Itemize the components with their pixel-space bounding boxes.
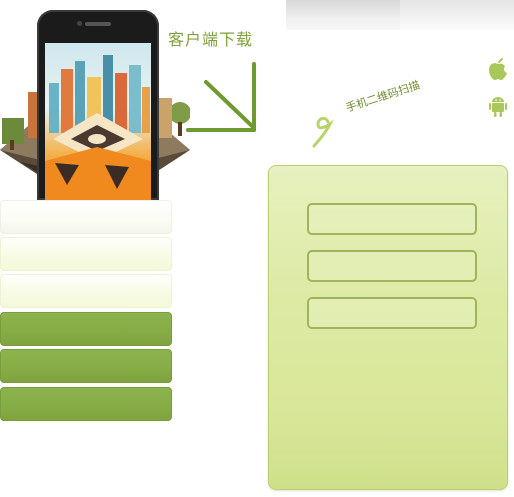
arrow-icon	[186, 62, 256, 132]
scan-section: 手机二维码扫描	[306, 78, 446, 154]
top-banner	[286, 0, 514, 30]
menu-item-4[interactable]	[0, 312, 172, 346]
phone-camera	[77, 21, 82, 26]
apple-icon[interactable]	[487, 57, 509, 81]
menu-item-6[interactable]	[0, 387, 172, 421]
android-icon[interactable]	[488, 94, 508, 118]
swirl-icon	[312, 116, 334, 148]
scan-label: 手机二维码扫描	[344, 78, 422, 115]
form-field-3[interactable]	[307, 297, 477, 329]
download-label[interactable]: 客户端下载	[168, 26, 253, 50]
city-illustration	[45, 55, 151, 200]
menu-item-2[interactable]	[0, 237, 172, 271]
top-banner-segment	[400, 0, 514, 30]
form-panel	[268, 165, 508, 490]
form-field-1[interactable]	[307, 203, 477, 235]
menu-item-5[interactable]	[0, 349, 172, 383]
menu-item-3[interactable]	[0, 274, 172, 308]
phone-screen	[45, 43, 151, 200]
form-field-2[interactable]	[307, 250, 477, 282]
menu-item-1[interactable]	[0, 200, 172, 234]
phone-speaker	[85, 22, 111, 26]
phone-image	[37, 10, 159, 200]
